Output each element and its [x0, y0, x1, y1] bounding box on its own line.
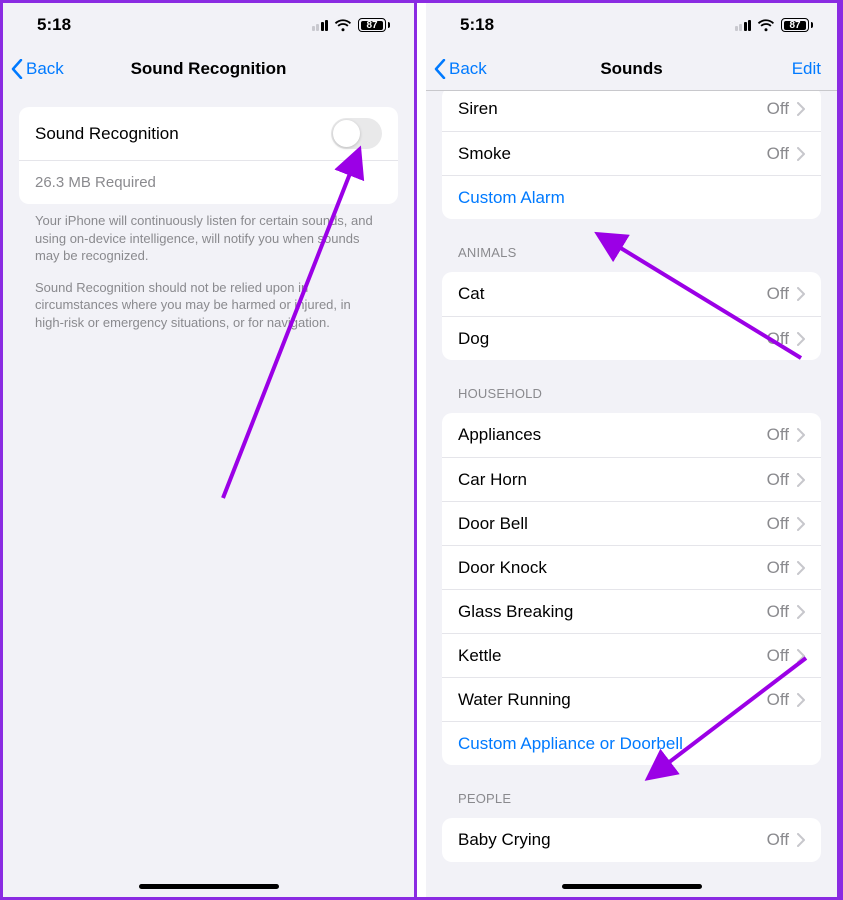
home-indicator [562, 884, 702, 889]
list-item-label: Siren [458, 99, 498, 119]
status-value: Off [767, 329, 789, 349]
sound-item-smoke[interactable]: Smoke Off [442, 131, 821, 175]
custom-alarm-button[interactable]: Custom Alarm [442, 175, 821, 219]
sound-item-baby-crying[interactable]: Baby Crying Off [442, 818, 821, 862]
status-value: Off [767, 425, 789, 445]
chevron-right-icon [797, 102, 805, 116]
page-title: Sound Recognition [3, 59, 414, 79]
storage-required-text: 26.3 MB Required [35, 174, 156, 191]
status-icons: 87 [312, 18, 391, 32]
description-1: Your iPhone will continuously listen for… [3, 204, 414, 265]
chevron-left-icon [434, 59, 446, 79]
chevron-right-icon [797, 473, 805, 487]
back-label: Back [449, 59, 487, 79]
chevron-left-icon [11, 59, 23, 79]
status-time: 5:18 [460, 15, 494, 35]
animals-header: ANIMALS [442, 239, 821, 266]
chevron-right-icon [797, 287, 805, 301]
screenshot-right: 5:18 87 Back Sounds Edit Siren [426, 3, 840, 897]
status-value: Off [767, 646, 789, 666]
cellular-icon [735, 20, 752, 31]
nav-bar: Back Sounds Edit [426, 47, 837, 91]
wifi-icon [757, 19, 775, 32]
back-button[interactable]: Back [3, 59, 64, 79]
people-group: Baby Crying Off [442, 818, 821, 862]
toggle-label: Sound Recognition [35, 124, 179, 144]
page-title: Sounds [426, 59, 837, 79]
status-value: Off [767, 99, 789, 119]
animals-group: Cat Off Dog Off [442, 272, 821, 360]
screenshot-left: 5:18 87 Back Sound Recognition Sound Rec… [3, 3, 417, 897]
list-item-label: Dog [458, 329, 489, 349]
back-label: Back [26, 59, 64, 79]
wifi-icon [334, 19, 352, 32]
custom-appliance-button[interactable]: Custom Appliance or Doorbell [442, 721, 821, 765]
list-item-label: Door Knock [458, 558, 547, 578]
list-item-label: Water Running [458, 690, 571, 710]
status-value: Off [767, 514, 789, 534]
home-indicator [139, 884, 279, 889]
list-item-label: Car Horn [458, 470, 527, 490]
battery-icon: 87 [781, 18, 813, 32]
status-value: Off [767, 830, 789, 850]
storage-required-row: 26.3 MB Required [19, 160, 398, 204]
sound-item-glass-breaking[interactable]: Glass Breaking Off [442, 589, 821, 633]
cellular-icon [312, 20, 329, 31]
chevron-right-icon [797, 605, 805, 619]
chevron-right-icon [797, 517, 805, 531]
sound-recognition-group: Sound Recognition 26.3 MB Required [19, 107, 398, 204]
status-bar: 5:18 87 [426, 3, 837, 47]
sound-item-door-knock[interactable]: Door Knock Off [442, 545, 821, 589]
chevron-right-icon [797, 428, 805, 442]
chevron-right-icon [797, 833, 805, 847]
status-value: Off [767, 470, 789, 490]
list-item-label: Baby Crying [458, 830, 551, 850]
people-header: PEOPLE [442, 785, 821, 812]
status-bar: 5:18 87 [3, 3, 414, 47]
back-button[interactable]: Back [426, 59, 487, 79]
status-value: Off [767, 690, 789, 710]
chevron-right-icon [797, 649, 805, 663]
status-value: Off [767, 144, 789, 164]
status-time: 5:18 [37, 15, 71, 35]
status-value: Off [767, 558, 789, 578]
alarms-group: Siren Off Smoke Off Custom Alarm [442, 91, 821, 219]
list-item-label: Kettle [458, 646, 501, 666]
custom-alarm-label: Custom Alarm [458, 188, 565, 208]
description-2: Sound Recognition should not be relied u… [3, 265, 414, 332]
chevron-right-icon [797, 332, 805, 346]
household-group: Appliances Off Car Horn Off Door Bell Of… [442, 413, 821, 765]
list-item-label: Cat [458, 284, 484, 304]
chevron-right-icon [797, 561, 805, 575]
list-item-label: Appliances [458, 425, 541, 445]
list-item-label: Door Bell [458, 514, 528, 534]
edit-button[interactable]: Edit [792, 59, 821, 79]
sound-item-water-running[interactable]: Water Running Off [442, 677, 821, 721]
custom-appliance-label: Custom Appliance or Doorbell [458, 734, 683, 754]
sound-item-car-horn[interactable]: Car Horn Off [442, 457, 821, 501]
sound-item-cat[interactable]: Cat Off [442, 272, 821, 316]
status-icons: 87 [735, 18, 814, 32]
status-value: Off [767, 602, 789, 622]
chevron-right-icon [797, 693, 805, 707]
sound-item-dog[interactable]: Dog Off [442, 316, 821, 360]
sound-item-kettle[interactable]: Kettle Off [442, 633, 821, 677]
list-item-label: Smoke [458, 144, 511, 164]
sound-item-siren[interactable]: Siren Off [442, 91, 821, 131]
sound-item-appliances[interactable]: Appliances Off [442, 413, 821, 457]
status-value: Off [767, 284, 789, 304]
nav-bar: Back Sound Recognition [3, 47, 414, 91]
list-item-label: Glass Breaking [458, 602, 573, 622]
chevron-right-icon [797, 147, 805, 161]
battery-icon: 87 [358, 18, 390, 32]
household-header: HOUSEHOLD [442, 380, 821, 407]
sound-recognition-toggle-row[interactable]: Sound Recognition [19, 107, 398, 160]
toggle-switch[interactable] [331, 118, 382, 149]
sound-item-door-bell[interactable]: Door Bell Off [442, 501, 821, 545]
